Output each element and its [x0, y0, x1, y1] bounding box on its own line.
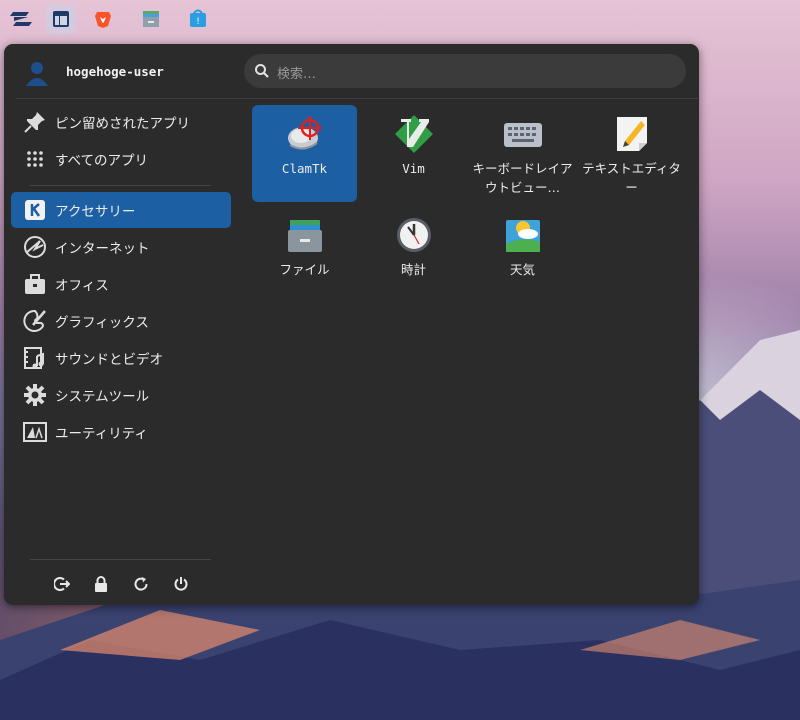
- graphics-icon: [22, 308, 48, 334]
- footer-divider: [30, 559, 211, 560]
- clock-icon: [396, 218, 431, 252]
- zorin-menu-button[interactable]: [6, 4, 36, 34]
- sound-video-icon: [22, 345, 48, 371]
- pin-icon: [22, 109, 48, 135]
- log-out-icon: [54, 577, 70, 591]
- sidebar-item-system-tools[interactable]: システムツール: [11, 377, 231, 413]
- weather-icon: [505, 220, 540, 252]
- lock-button[interactable]: [90, 573, 112, 595]
- app-tile-vim[interactable]: Vim: [361, 105, 466, 202]
- taskbar: !: [0, 0, 800, 38]
- brave-browser-button[interactable]: [88, 4, 118, 34]
- user-avatar-icon: [26, 62, 48, 86]
- clamtk-icon: [287, 116, 322, 150]
- app-tile-files[interactable]: ファイル: [252, 206, 357, 303]
- lock-icon: [95, 576, 107, 592]
- username-label: hogehoge-user: [66, 64, 164, 79]
- vim-icon: [394, 115, 433, 153]
- accessories-icon: [22, 197, 48, 223]
- app-menu-panel: hogehoge-user 検索… ピン留めされたアプリ すべてのアプリ アクセ…: [4, 44, 699, 605]
- app-menu-button[interactable]: [46, 4, 76, 34]
- sidebar-item-pinned[interactable]: ピン留めされたアプリ: [11, 104, 231, 140]
- power-button[interactable]: [170, 573, 192, 595]
- app-tile-weather[interactable]: 天気: [470, 206, 575, 303]
- internet-icon: [22, 234, 48, 260]
- office-icon: [22, 271, 48, 297]
- user-avatar[interactable]: [22, 58, 52, 88]
- search-input[interactable]: 検索…: [244, 54, 686, 88]
- zorin-logo-icon: [10, 12, 32, 26]
- app-tile-text-editor[interactable]: テキストエディター: [579, 105, 684, 202]
- sidebar-item-internet[interactable]: インターネット: [11, 229, 231, 265]
- app-menu-icon: [53, 11, 69, 27]
- file-manager-button[interactable]: [136, 4, 166, 34]
- log-out-button[interactable]: [51, 573, 73, 595]
- svg-text:!: !: [196, 17, 200, 27]
- brave-browser-icon: [95, 12, 111, 28]
- search-placeholder: 検索…: [277, 67, 317, 82]
- app-tile-clamtk[interactable]: ClamTk: [252, 105, 357, 202]
- keyboard-icon: [503, 123, 542, 147]
- sidebar-item-accessories[interactable]: アクセサリー: [11, 192, 231, 228]
- header-divider: [16, 98, 698, 99]
- app-tile-keyboard-layout[interactable]: キーボードレイアウトビュー…: [470, 105, 575, 202]
- sidebar-item-all-apps[interactable]: すべてのアプリ: [11, 141, 231, 177]
- text-editor-icon: [616, 117, 647, 151]
- software-store-icon: !: [190, 9, 206, 27]
- files-icon: [287, 220, 322, 252]
- restart-icon: [134, 577, 148, 591]
- search-icon: [255, 64, 269, 78]
- utilities-icon: [22, 419, 48, 445]
- power-icon: [174, 577, 188, 591]
- grid-icon: [22, 146, 48, 172]
- restart-button[interactable]: [130, 573, 152, 595]
- sidebar-item-graphics[interactable]: グラフィックス: [11, 303, 231, 339]
- sidebar-item-office[interactable]: オフィス: [11, 266, 231, 302]
- sidebar-item-sound-video[interactable]: サウンドとビデオ: [11, 340, 231, 376]
- app-tile-clock[interactable]: 時計: [361, 206, 466, 303]
- file-manager-icon: [143, 11, 159, 27]
- system-tools-icon: [22, 382, 48, 408]
- software-store-button[interactable]: !: [183, 4, 213, 34]
- sidebar-divider: [30, 185, 211, 186]
- sidebar-item-utilities[interactable]: ユーティリティ: [11, 414, 231, 450]
